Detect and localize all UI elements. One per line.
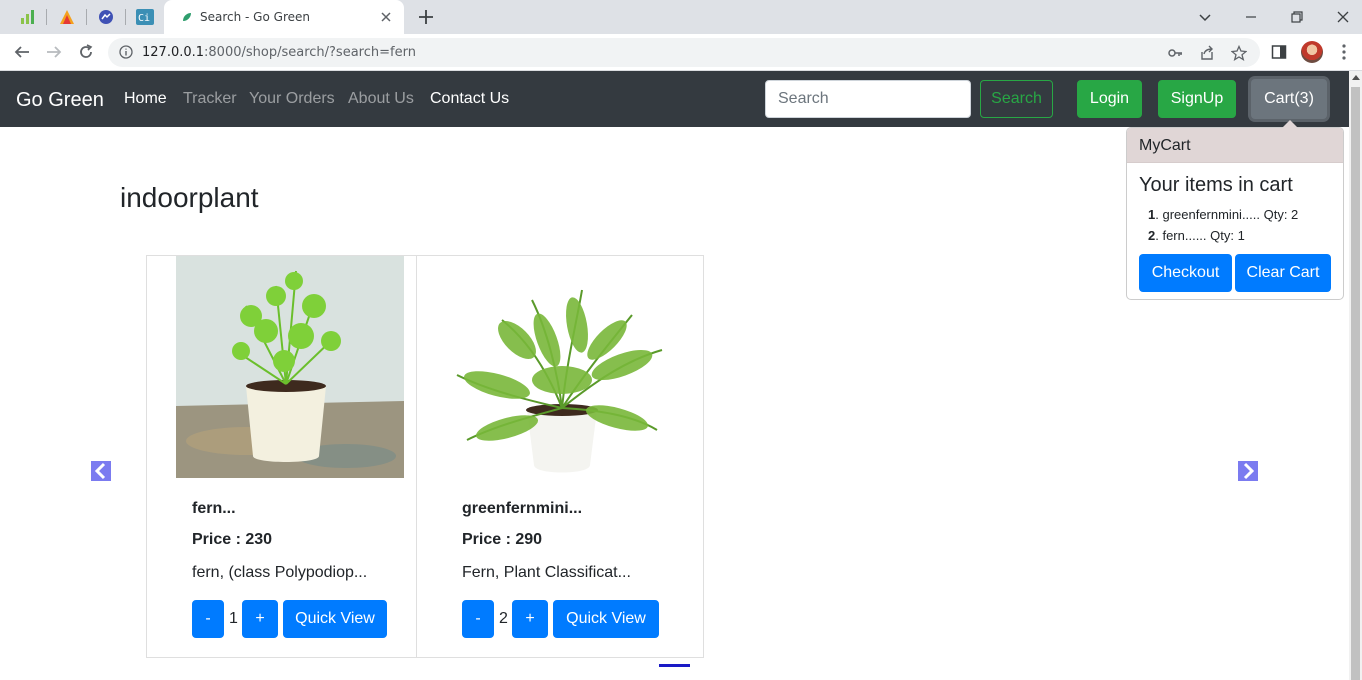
quantity-value: 1 [229,610,238,627]
product-name: greenfernmini... [462,500,583,517]
close-tab-icon[interactable] [378,9,394,25]
product-image-greenfernmini[interactable] [447,280,677,480]
url-text: 127.0.0.1:8000/shop/search/?search=fern [142,45,416,60]
quick-view-button[interactable]: Quick View [553,600,659,638]
nav-home[interactable]: Home [124,90,167,108]
decrease-qty-button[interactable]: - [192,600,224,638]
popover-header: MyCart [1127,128,1343,163]
pinned-tab-messenger[interactable] [91,5,121,29]
leaf-favicon-icon [183,13,191,21]
product-card: greenfernmini... Price : 290 Fern, Plant… [416,255,704,658]
increase-qty-button[interactable]: + [242,600,278,638]
product-name: fern... [192,500,236,517]
new-tab-icon[interactable] [416,7,436,27]
key-icon[interactable] [1166,44,1184,62]
popover-header-title: MyCart [1139,137,1191,154]
site-navbar: Go Green Home Tracker Your Orders About … [0,71,1349,127]
product-price: Price : 230 [192,531,273,548]
popover-title: Your items in cart [1139,174,1293,196]
address-bar[interactable]: 127.0.0.1:8000/shop/search/?search=fern [108,38,1260,67]
cart-list-item: 2. fern...... Qty: 1 [1148,228,1245,243]
product-price: Price : 290 [462,531,543,548]
nav-about-us[interactable]: About Us [348,90,414,108]
cart-button[interactable]: Cart(3) [1251,79,1327,119]
nav-your-orders[interactable]: Your Orders [249,90,335,108]
active-tab[interactable]: Search - Go Green [164,0,404,34]
increase-qty-button[interactable]: + [512,600,548,638]
nav-tracker[interactable]: Tracker [183,90,237,108]
reload-icon[interactable] [76,42,96,62]
cart-popover: MyCart Your items in cart 1. greenfernmi… [1126,120,1344,300]
quantity-value: 2 [499,610,508,627]
tab-search-chevron-icon[interactable] [1194,6,1216,28]
product-card: fern... Price : 230 fern, (class Polypod… [146,255,417,658]
pinned-tab-ci[interactable]: Ci [130,5,160,29]
bar-chart-icon [21,10,34,24]
browser-menu-icon[interactable] [1334,42,1354,62]
forward-arrow-icon[interactable] [44,42,64,62]
side-panel-icon[interactable] [1269,42,1289,62]
carousel-prev-icon[interactable] [91,461,111,481]
browser-tabstrip: Ci Search - Go Green [0,0,1362,34]
tab-title: Search - Go Green [200,10,310,24]
messenger-icon [99,10,113,24]
brand-logo[interactable]: Go Green [16,89,104,112]
decrease-qty-button[interactable]: - [462,600,494,638]
checkout-button[interactable]: Checkout [1139,254,1232,292]
signup-button[interactable]: SignUp [1158,80,1236,118]
cart-list-item: 1. greenfernmini..... Qty: 2 [1148,207,1299,222]
svg-text:Ci: Ci [138,13,150,24]
carousel-indicator[interactable] [659,664,690,667]
login-button[interactable]: Login [1077,80,1142,118]
back-arrow-icon[interactable] [12,42,32,62]
clear-cart-button[interactable]: Clear Cart [1235,254,1331,292]
restore-icon[interactable] [1286,6,1308,28]
ci-logo-icon: Ci [136,9,154,25]
bookmark-star-icon[interactable] [1230,44,1248,62]
product-image-fern[interactable] [176,256,404,478]
search-button[interactable]: Search [980,80,1053,118]
nav-contact-us[interactable]: Contact Us [430,90,509,108]
product-description: Fern, Plant Classificat... [462,564,631,581]
popover-arrow [1282,120,1298,128]
scroll-up-arrow-icon[interactable] [1352,75,1360,80]
minimize-icon[interactable] [1240,6,1262,28]
share-icon[interactable] [1198,44,1216,62]
search-input[interactable] [765,80,971,118]
category-heading: indoorplant [120,182,259,213]
quick-view-button[interactable]: Quick View [283,600,387,638]
page-scrollbar[interactable] [1349,71,1362,680]
site-info-icon[interactable] [119,45,133,59]
browser-toolbar: 127.0.0.1:8000/shop/search/?search=fern [0,34,1362,71]
pinned-tab-triangle[interactable] [52,5,82,29]
scroll-thumb[interactable] [1351,87,1360,680]
profile-avatar[interactable] [1301,41,1323,63]
pinned-tab-analytics[interactable] [13,5,43,29]
product-description: fern, (class Polypodiop... [192,564,368,581]
carousel-next-icon[interactable] [1238,461,1258,481]
close-window-icon[interactable] [1332,6,1354,28]
triangle-logo-icon [60,10,74,24]
